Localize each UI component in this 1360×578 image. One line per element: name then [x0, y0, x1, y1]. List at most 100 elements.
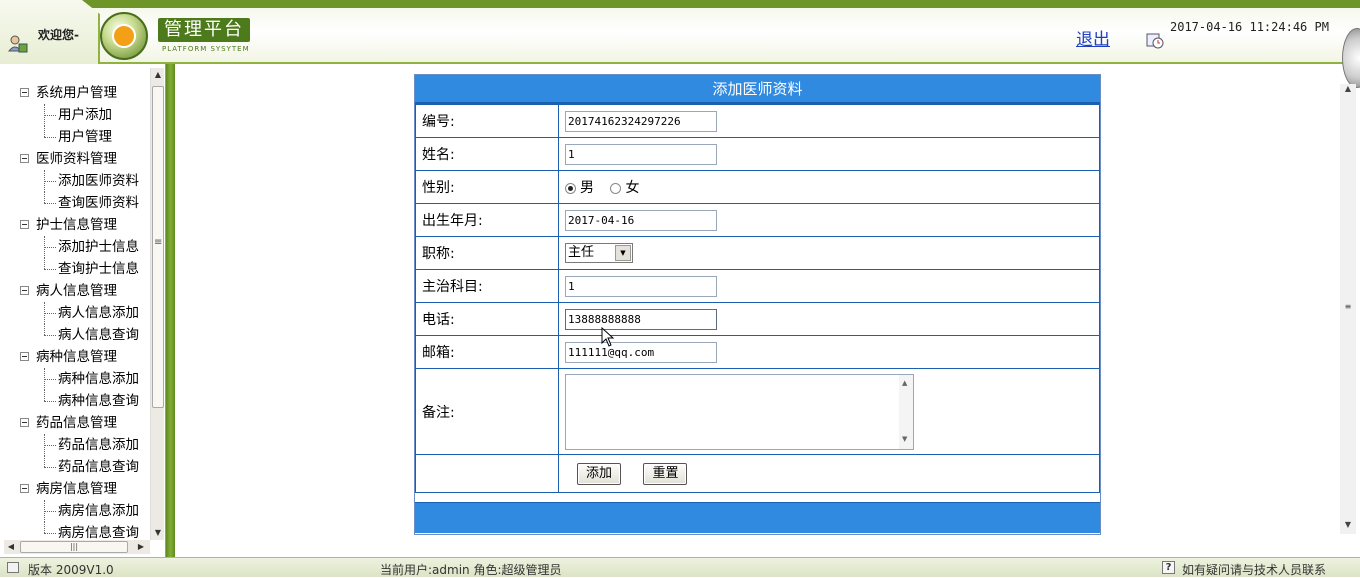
sidebar-item[interactable]: 病种信息添加 [0, 368, 150, 390]
sidebar-group: 药品信息管理药品信息添加 药品信息查询 [0, 412, 150, 478]
sidebar-group-header[interactable]: 医师资料管理 [0, 148, 150, 170]
gender-male-radio[interactable] [565, 182, 576, 194]
sidebar-group-label: 护士信息管理 [36, 217, 117, 233]
form-row-remark: 备注: ▲ ▼ [415, 368, 1100, 455]
name-field[interactable]: 1 [565, 143, 717, 165]
id-field[interactable]: 20174162324297226 [565, 110, 717, 132]
birth-field[interactable]: 2017-04-16 [565, 209, 717, 231]
sidebar-item-label: 药品信息查询 [58, 459, 139, 475]
scroll-down-icon[interactable]: ▼ [151, 526, 165, 540]
chevron-down-icon[interactable]: ▼ [615, 245, 631, 261]
sidebar-group-header[interactable]: 护士信息管理 [0, 214, 150, 236]
add-doctor-form: 添加医师资料 编号: 20174162324297226 姓名: 1 性别: 男… [414, 74, 1101, 535]
gender-label: 性别: [415, 170, 559, 204]
sidebar-item[interactable]: 添加护士信息 [0, 236, 150, 258]
sidebar-item[interactable]: 药品信息添加 [0, 434, 150, 456]
collapse-icon[interactable] [20, 286, 29, 295]
add-button[interactable]: 添加 [577, 462, 622, 485]
sidebar-group: 护士信息管理添加护士信息查询护士信息 [0, 214, 150, 280]
logo-title: 管理平台 [158, 18, 250, 42]
main-scroll-up-icon[interactable]: ▲ [1341, 84, 1355, 93]
main-content: 添加医师资料 编号: 20174162324297226 姓名: 1 性别: 男… [175, 64, 1340, 557]
collapse-icon[interactable] [20, 418, 29, 427]
email-label: 邮箱: [415, 335, 559, 369]
form-row-id: 编号: 20174162324297226 [415, 104, 1100, 138]
sidebar-item[interactable]: 药品信息查询 [0, 456, 150, 478]
sidebar-vertical-scrollbar[interactable]: ▲ ▼ [150, 68, 164, 540]
sidebar-group-label: 医师资料管理 [36, 151, 117, 167]
status-bar: 版本 2009V1.0 当前用户:admin 角色:超级管理员 ? 如有疑问请与… [0, 557, 1360, 577]
collapse-icon[interactable] [20, 220, 29, 229]
sidebar-item[interactable]: 病房信息添加 [0, 500, 150, 522]
sidebar-group-header[interactable]: 系统用户管理 [0, 82, 150, 104]
collapse-icon[interactable] [20, 484, 29, 493]
sidebar-group: 病人信息管理病人信息添加 病人信息查询 [0, 280, 150, 346]
logo-subtitle: PLATFORM SYSYTEM [162, 45, 250, 53]
main-vertical-scrollbar[interactable]: ▲ ≡ ▼ [1340, 84, 1356, 534]
decorative-knob [1342, 28, 1360, 88]
main-scroll-grip-icon[interactable]: ≡ [1341, 302, 1355, 311]
main-scroll-down-icon[interactable]: ▼ [1341, 520, 1355, 529]
remark-scrollbar[interactable]: ▲ ▼ [899, 374, 913, 449]
collapse-icon[interactable] [20, 88, 29, 97]
version-text: 版本 2009V1.0 [28, 563, 114, 577]
subject-field[interactable]: 1 [565, 275, 717, 297]
sidebar-item[interactable]: 用户管理 [0, 126, 150, 148]
logout-link[interactable]: 退出 [1076, 25, 1110, 50]
current-user-text: 当前用户:admin 角色:超级管理员 [380, 563, 562, 577]
gender-male-label: 男 [580, 180, 594, 196]
buttons-label-cell [415, 454, 559, 493]
sidebar-group-header[interactable]: 病房信息管理 [0, 478, 150, 500]
sidebar-item-label: 添加医师资料 [58, 173, 139, 189]
collapse-icon[interactable] [20, 352, 29, 361]
collapse-icon[interactable] [20, 154, 29, 163]
form-gap [415, 493, 1100, 502]
name-label: 姓名: [415, 137, 559, 171]
sidebar-tree: 系统用户管理 用户添加 用户管理 医师资料管理 添加医师资料 查询医师资料 护士信息管理 添加… [0, 64, 150, 540]
scroll-right-icon[interactable]: ▶ [134, 540, 148, 554]
sidebar-group: 病种信息管理 病种信息添加病种信息查询 [0, 346, 150, 412]
sidebar-item-label: 用户管理 [58, 129, 112, 145]
remark-label: 备注: [415, 368, 559, 455]
reset-button[interactable]: 重置 [643, 462, 688, 485]
sidebar-item[interactable]: 查询医师资料 [0, 192, 150, 214]
form-footer [415, 502, 1100, 533]
sidebar-horizontal-scrollbar[interactable]: ◀ ||| ▶ [4, 540, 150, 554]
sidebar-group: 病房信息管理 病房信息添加病房信息查询 [0, 478, 150, 540]
sidebar-item[interactable]: 病房信息查询 [0, 522, 150, 540]
form-row-name: 姓名: 1 [415, 137, 1100, 171]
sidebar-item-label: 查询护士信息 [58, 261, 139, 277]
scroll-thumb-horizontal[interactable]: ||| [20, 541, 128, 553]
help-icon: ? [1162, 561, 1175, 574]
sidebar-item-label: 病种信息查询 [58, 393, 139, 409]
sidebar-item[interactable]: 用户添加 [0, 104, 150, 126]
sidebar-item[interactable]: 病种信息查询 [0, 390, 150, 412]
sidebar-group-header[interactable]: 药品信息管理 [0, 412, 150, 434]
sidebar-group-header[interactable]: 病种信息管理 [0, 346, 150, 368]
current-datetime: 2017-04-16 11:24:46 PM [1170, 20, 1329, 34]
sidebar-item[interactable]: 查询护士信息 [0, 258, 150, 280]
scroll-left-icon[interactable]: ◀ [4, 540, 18, 554]
sidebar-item[interactable]: 添加医师资料 [0, 170, 150, 192]
gender-female-radio[interactable] [610, 182, 622, 194]
email-field[interactable]: 111111@qq.com [565, 341, 717, 363]
phone-field[interactable]: 13888888888 [565, 308, 717, 330]
remark-textarea[interactable]: ▲ ▼ [565, 373, 914, 450]
sidebar-item-label: 药品信息添加 [58, 437, 139, 453]
scroll-thumb[interactable] [152, 86, 164, 408]
gender-female-label: 女 [625, 180, 640, 196]
contact-text: 如有疑问请与技术人员联系 [1182, 563, 1327, 577]
version-icon [7, 562, 19, 573]
sidebar-item[interactable]: 病人信息查询 [0, 324, 150, 346]
form-row-buttons: 添加 重置 [415, 454, 1100, 493]
scroll-up-icon[interactable]: ▲ [151, 68, 165, 82]
panel-divider[interactable] [166, 64, 175, 557]
title-label: 职称: [415, 236, 559, 270]
title-select[interactable]: 主任 ▼ [565, 243, 633, 263]
sidebar-group: 医师资料管理添加医师资料查询医师资料 [0, 148, 150, 214]
sidebar-item-label: 病房信息查询 [58, 525, 139, 540]
birth-label: 出生年月: [415, 203, 559, 237]
sidebar-group-label: 病人信息管理 [36, 283, 117, 299]
sidebar-item[interactable]: 病人信息添加 [0, 302, 150, 324]
sidebar-group-header[interactable]: 病人信息管理 [0, 280, 150, 302]
